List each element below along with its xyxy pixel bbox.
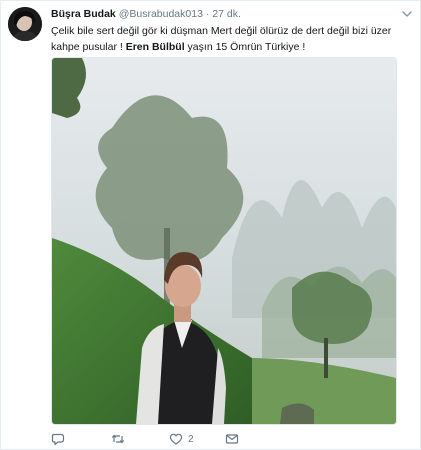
direct-message-button[interactable] (225, 431, 239, 447)
author-handle[interactable]: @Busrabudak013 (119, 8, 203, 20)
separator-dot: · (205, 8, 210, 20)
reply-icon (51, 432, 65, 446)
tweet-text-bold[interactable]: Eren Bülbül (126, 41, 185, 53)
author-name[interactable]: Büşra Budak (51, 8, 116, 20)
retweet-button[interactable] (111, 431, 130, 447)
reply-button[interactable] (51, 431, 70, 447)
retweet-icon (111, 432, 125, 446)
envelope-icon (225, 432, 239, 446)
like-button[interactable]: 2 (169, 431, 194, 447)
tweet-text-part2: yaşın 15 Ömrün Türkiye ! (184, 41, 306, 53)
tweet-timestamp[interactable]: 27 dk. (212, 8, 241, 20)
avatar[interactable] (8, 7, 42, 41)
like-count: 2 (188, 433, 194, 445)
tweet-actions: 2 (51, 431, 351, 447)
tweet-card: Büşra Budak @Busrabudak013 · 27 dk. Çeli… (0, 0, 421, 450)
chevron-down-icon[interactable] (400, 7, 414, 19)
tweet-header: Büşra Budak @Busrabudak013 · 27 dk. (51, 7, 410, 23)
tweet-text: Çelik bile sert değil gör ki düşman Mert… (51, 23, 402, 55)
heart-icon (169, 432, 183, 446)
tweet-photo[interactable] (51, 57, 397, 425)
